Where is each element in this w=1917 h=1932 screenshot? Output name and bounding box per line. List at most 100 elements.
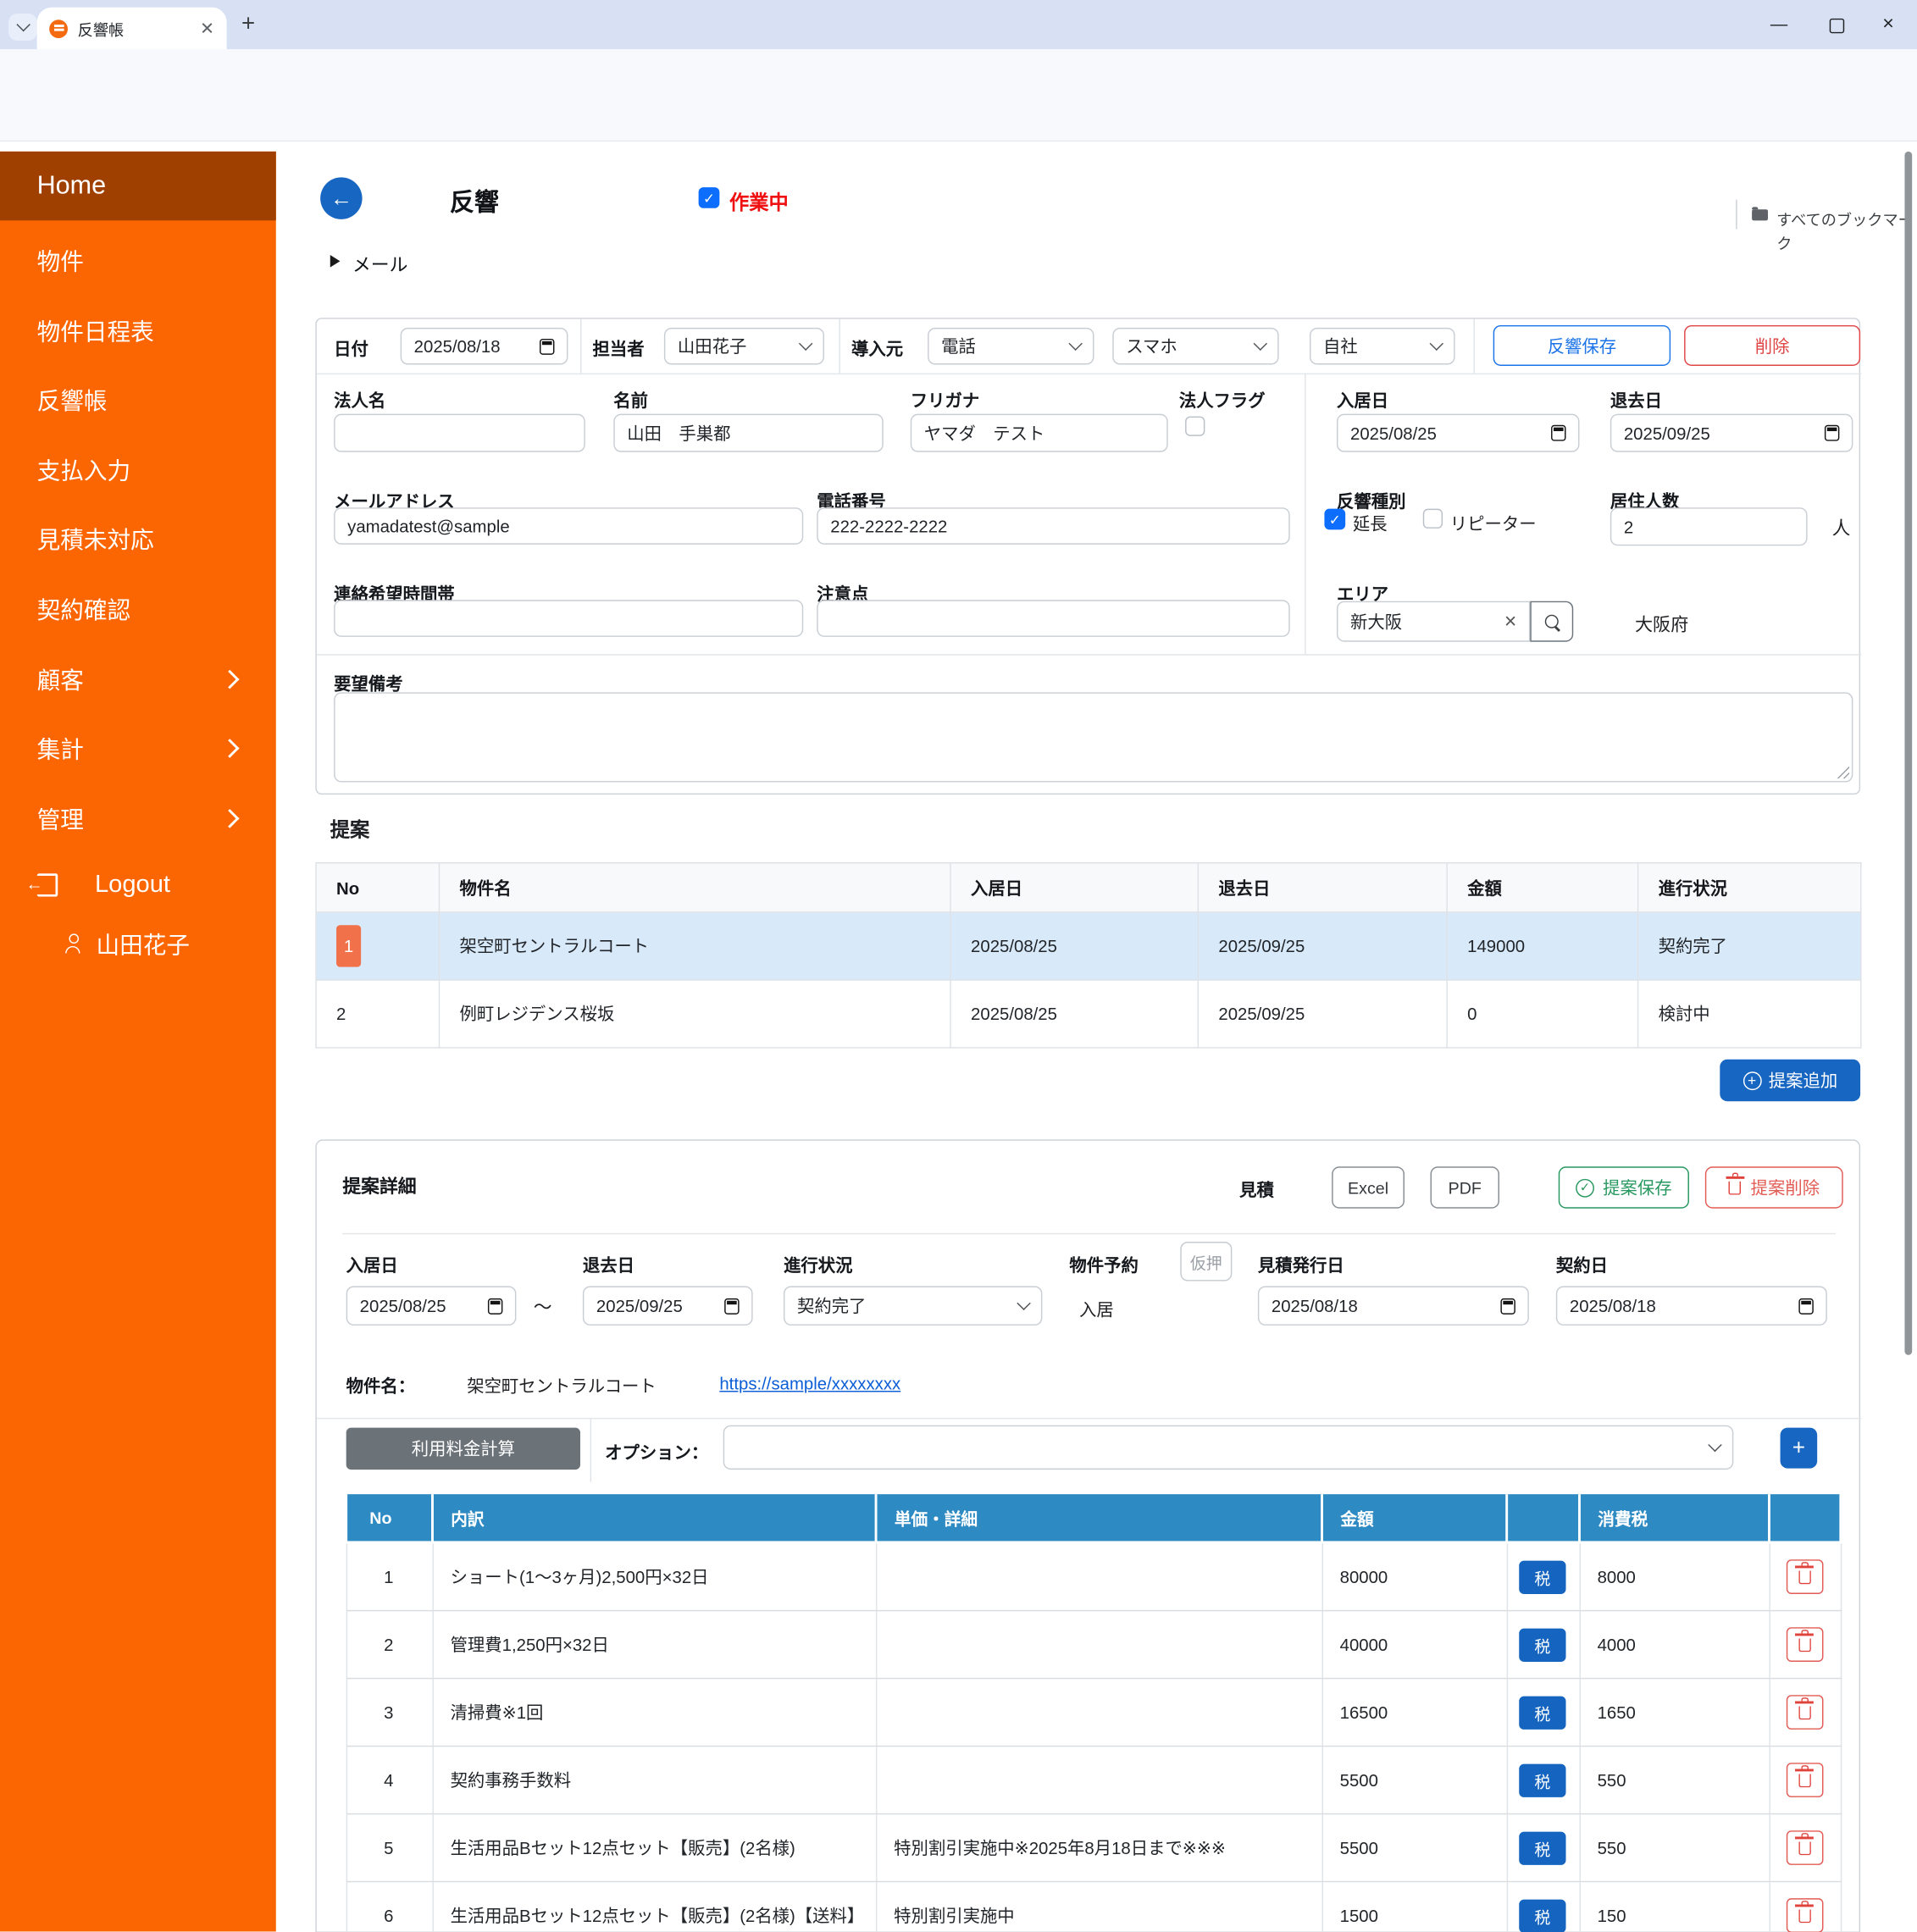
sidebar-item-label: 契約確認	[37, 592, 131, 625]
pdf-button[interactable]: PDF	[1431, 1166, 1499, 1208]
mail-expand-triangle-icon[interactable]	[330, 255, 341, 268]
detail-status-value: 契約完了	[797, 1293, 866, 1318]
option-label: オプション：	[605, 1440, 708, 1464]
delete-item-button[interactable]	[1786, 1763, 1823, 1797]
excel-button[interactable]: Excel	[1332, 1166, 1405, 1208]
cell-no: 2	[316, 980, 439, 1048]
detail-movein-input[interactable]: 2025/08/25	[346, 1286, 517, 1326]
issue-date-input[interactable]: 2025/08/18	[1258, 1286, 1529, 1326]
tax-button[interactable]: 税	[1519, 1628, 1565, 1661]
save-proposal-button[interactable]: ✓提案保存	[1559, 1166, 1689, 1208]
delete-item-button[interactable]	[1786, 1695, 1823, 1730]
delete-item-button[interactable]	[1786, 1830, 1823, 1865]
caution-input[interactable]	[817, 600, 1289, 637]
moveout-date-input[interactable]: 2025/09/25	[1610, 414, 1853, 452]
items-header-row: No 内訳 単価・詳細 金額 消費税	[346, 1494, 1841, 1542]
repeater-checkbox[interactable]	[1423, 509, 1443, 529]
sidebar-item-estimate-pending[interactable]: 見積未対応	[0, 513, 276, 562]
sidebar-logout[interactable]: Logout	[0, 860, 276, 909]
movein-date-input[interactable]: 2025/08/25	[1337, 414, 1580, 452]
extend-checkbox[interactable]: ✓	[1324, 509, 1345, 530]
source-select-1[interactable]: 電話	[928, 328, 1094, 365]
resize-handle-icon[interactable]	[1837, 767, 1849, 779]
sidebar-item-payment[interactable]: 支払入力	[0, 445, 276, 494]
form-left-pane: 法人名 名前 山田 手巣都 フリガナ ヤマダ テスト 法人フラグ メールアドレス…	[317, 374, 1305, 655]
residents-input[interactable]: 2	[1610, 507, 1808, 545]
sidebar-item-home[interactable]: Home	[0, 152, 276, 220]
kana-input[interactable]: ヤマダ テスト	[911, 414, 1168, 452]
cell-movein: 2025/08/25	[950, 912, 1198, 980]
detail-moveout-input[interactable]: 2025/09/25	[583, 1286, 753, 1326]
area-input[interactable]: 新大阪×	[1337, 601, 1530, 642]
area-search-button[interactable]	[1530, 601, 1573, 642]
back-button[interactable]: ←	[320, 177, 362, 219]
contract-date-input[interactable]: 2025/08/18	[1556, 1286, 1827, 1326]
sidebar-item-hankyocho[interactable]: 反響帳	[0, 374, 276, 423]
tax-button[interactable]: 税	[1519, 1899, 1565, 1932]
save-proposal-label: 提案保存	[1603, 1175, 1671, 1199]
cell-moveout: 2025/09/25	[1198, 980, 1447, 1048]
tax-button[interactable]: 税	[1519, 1831, 1565, 1864]
window-close-button[interactable]: ×	[1882, 14, 1894, 36]
user-name: 山田花子	[96, 927, 190, 960]
source-label: 導入元	[851, 336, 903, 361]
source-select-2[interactable]: スマホ	[1112, 328, 1278, 365]
property-link[interactable]: https://sample/xxxxxxxx	[719, 1374, 900, 1393]
sidebar-item-aggregate[interactable]: 集計	[0, 723, 276, 772]
cell-desc: 生活用品Bセット12点セット【販売】(2名様)	[432, 1814, 876, 1882]
source-select-3[interactable]: 自社	[1310, 328, 1455, 365]
sidebar-item-customers[interactable]: 顧客	[0, 654, 276, 703]
extend-label: 延長	[1353, 512, 1388, 536]
delete-proposal-button[interactable]: 提案削除	[1705, 1166, 1843, 1208]
tab-search-button[interactable]	[8, 14, 36, 41]
delete-response-button[interactable]: 削除	[1684, 325, 1860, 366]
detail-status-select[interactable]: 契約完了	[784, 1286, 1042, 1326]
working-checkbox[interactable]: ✓	[699, 187, 720, 208]
trash-icon	[1798, 1570, 1811, 1584]
sidebar-item-admin[interactable]: 管理	[0, 794, 276, 843]
window-minimize-button[interactable]: —	[1770, 14, 1787, 33]
tax-button[interactable]: 税	[1519, 1696, 1565, 1729]
corp-flag-checkbox[interactable]	[1185, 417, 1205, 436]
new-tab-button[interactable]: +	[241, 11, 255, 38]
add-proposal-button[interactable]: +提案追加	[1720, 1060, 1860, 1101]
delete-item-button[interactable]	[1786, 1898, 1823, 1932]
page-scrollbar-thumb[interactable]	[1904, 152, 1912, 1355]
name-input[interactable]: 山田 手巣都	[613, 414, 884, 452]
add-option-button[interactable]: +	[1781, 1428, 1818, 1469]
hold-button[interactable]: 仮押	[1180, 1242, 1232, 1282]
delete-item-button[interactable]	[1786, 1627, 1823, 1662]
corp-name-input[interactable]	[334, 414, 585, 452]
browser-tab[interactable]: 反響帳 ✕	[37, 8, 227, 49]
option-select[interactable]	[723, 1425, 1734, 1470]
tax-button[interactable]: 税	[1519, 1560, 1565, 1593]
contact-time-input[interactable]	[334, 600, 803, 637]
bookmarks-folder-icon[interactable]	[1752, 209, 1768, 220]
cell-no: 5	[346, 1814, 433, 1882]
contract-date-value: 2025/08/18	[1570, 1296, 1656, 1315]
proposal-row-selected[interactable]: 1 架空町セントラルコート 2025/08/25 2025/09/25 1490…	[316, 912, 1861, 980]
staff-select[interactable]: 山田花子	[664, 328, 824, 365]
sidebar-item-bukken[interactable]: 物件	[0, 235, 276, 285]
mail-section-label[interactable]: メール	[352, 252, 407, 278]
tax-button[interactable]: 税	[1519, 1763, 1565, 1796]
logout-label: Logout	[95, 871, 170, 899]
fee-calc-button[interactable]: 利用料金計算	[346, 1428, 580, 1470]
sidebar-item-label: 顧客	[37, 662, 84, 695]
email-input[interactable]: yamadatest@sample	[334, 507, 803, 545]
delete-item-button[interactable]	[1786, 1559, 1823, 1594]
sidebar-item-bukken-schedule[interactable]: 物件日程表	[0, 306, 276, 355]
bookmarks-separator	[1736, 200, 1737, 230]
sidebar-user[interactable]: 山田花子	[0, 919, 276, 968]
clear-icon[interactable]: ×	[1504, 609, 1516, 634]
tab-close-icon[interactable]: ✕	[200, 18, 214, 39]
all-bookmarks-label[interactable]: すべてのブックマーク	[1776, 207, 1917, 253]
sidebar-item-contract-check[interactable]: 契約確認	[0, 584, 276, 633]
remarks-textarea[interactable]	[334, 692, 1853, 782]
phone-input[interactable]: 222-2222-2222	[817, 507, 1289, 545]
save-response-button[interactable]: 反響保存	[1493, 325, 1670, 366]
proposals-header-row: No 物件名 入居日 退去日 金額 進行状況	[316, 863, 1861, 912]
window-maximize-button[interactable]	[1830, 19, 1844, 33]
proposal-row[interactable]: 2 例町レジデンス桜坂 2025/08/25 2025/09/25 0 検討中	[316, 980, 1861, 1048]
date-input[interactable]: 2025/08/18	[401, 328, 568, 365]
